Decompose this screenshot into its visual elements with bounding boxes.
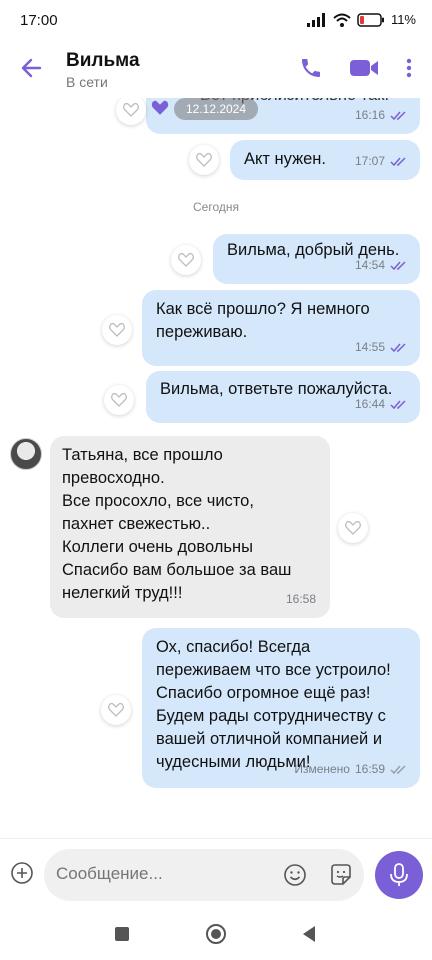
message-bubble[interactable]: Вильма, добрый день. 14:54 bbox=[213, 234, 420, 284]
message-time: 14:54 bbox=[354, 258, 385, 272]
plus-circle-icon bbox=[11, 862, 33, 884]
message-meta: Изменено 16:59 bbox=[294, 758, 408, 781]
like-button[interactable] bbox=[171, 245, 201, 275]
message-input[interactable] bbox=[56, 864, 276, 884]
signal-icon bbox=[306, 12, 325, 27]
more-options-button[interactable] bbox=[402, 56, 416, 80]
sticker-icon bbox=[331, 864, 351, 885]
message-meta: 14:55 bbox=[355, 336, 408, 359]
message-bubble[interactable]: Как всё прошло? Я немного переживаю. 14:… bbox=[142, 290, 420, 366]
home-circle-icon bbox=[206, 924, 226, 944]
message-input-field[interactable] bbox=[44, 849, 364, 901]
date-separator: Сегодня bbox=[193, 200, 239, 214]
double-check-icon bbox=[390, 260, 406, 270]
smiley-icon bbox=[284, 864, 306, 886]
system-nav-bar bbox=[0, 910, 432, 960]
home-button[interactable] bbox=[204, 922, 228, 946]
message-meta: 16:16 bbox=[355, 104, 408, 127]
double-check-icon bbox=[390, 399, 406, 409]
message-text: Татьяна, все прошло превосходно. Все про… bbox=[62, 446, 292, 602]
back-nav-button[interactable] bbox=[297, 922, 321, 946]
video-call-button[interactable] bbox=[348, 56, 380, 80]
message-bubble[interactable]: Татьяна, все прошло превосходно. Все про… bbox=[50, 436, 330, 618]
message-text: Акт нужен. bbox=[244, 150, 327, 168]
message-time: 16:44 bbox=[354, 397, 385, 411]
double-check-icon bbox=[390, 156, 406, 166]
heart-icon bbox=[178, 253, 194, 267]
sticker-button[interactable] bbox=[328, 862, 354, 888]
status-icons: 11% bbox=[306, 12, 416, 27]
wifi-icon bbox=[333, 13, 351, 27]
like-button[interactable] bbox=[102, 315, 132, 345]
battery-icon bbox=[357, 12, 384, 27]
contact-name[interactable]: Вильма bbox=[66, 50, 140, 72]
heart-icon bbox=[109, 323, 125, 337]
double-check-icon bbox=[390, 342, 406, 352]
message-bubble[interactable]: Вильма, ответьте пожалуйста. 16:44 bbox=[146, 371, 420, 423]
microphone-icon bbox=[390, 863, 408, 886]
heart-icon bbox=[345, 521, 361, 535]
like-button[interactable] bbox=[101, 695, 131, 725]
message-time: 17:07 bbox=[354, 154, 385, 168]
square-icon bbox=[115, 927, 129, 941]
message-bubble[interactable]: Акт нужен. 17:07 bbox=[230, 140, 420, 180]
emoji-button[interactable] bbox=[282, 862, 308, 888]
message-edited-label: Изменено bbox=[294, 762, 350, 776]
status-time: 17:00 bbox=[20, 12, 58, 29]
double-check-icon bbox=[390, 110, 406, 120]
message-bubble[interactable]: Ох, спасибо! Всегда переживаем что все у… bbox=[142, 628, 420, 788]
message-time: 16:16 bbox=[354, 108, 385, 122]
battery-percent: 11% bbox=[390, 12, 416, 27]
message-meta: 14:54 bbox=[355, 254, 408, 277]
liked-heart-icon bbox=[151, 100, 169, 116]
message-time: 14:55 bbox=[354, 340, 385, 354]
message-meta: 17:07 bbox=[355, 150, 408, 173]
message-meta: 16:58 bbox=[286, 588, 316, 611]
recents-button[interactable] bbox=[110, 922, 134, 946]
triangle-back-icon bbox=[303, 926, 315, 942]
like-button[interactable] bbox=[338, 513, 368, 543]
more-vertical-icon bbox=[406, 58, 412, 78]
like-button[interactable] bbox=[104, 385, 134, 415]
back-button[interactable] bbox=[18, 54, 46, 82]
message-time: 16:58 bbox=[285, 592, 316, 606]
double-check-icon bbox=[390, 764, 406, 774]
video-camera-icon bbox=[350, 60, 378, 76]
message-text: Ох, спасибо! Всегда переживаем что все у… bbox=[156, 638, 391, 771]
status-bar: 17:00 11% bbox=[0, 0, 432, 40]
message-time: 16:59 bbox=[354, 762, 385, 776]
chat-area[interactable]: Вот приблизительно так. 16:16 12.12.2024… bbox=[0, 98, 432, 838]
date-pill: 12.12.2024 bbox=[174, 98, 258, 120]
chat-header: Вильма В сети bbox=[0, 40, 432, 98]
like-button[interactable] bbox=[189, 145, 219, 175]
call-button[interactable] bbox=[299, 56, 323, 80]
heart-icon bbox=[108, 703, 124, 717]
attach-button[interactable] bbox=[10, 861, 34, 885]
message-input-bar bbox=[0, 838, 432, 910]
contact-avatar[interactable] bbox=[10, 438, 42, 470]
contact-status: В сети bbox=[66, 74, 108, 90]
heart-icon bbox=[123, 103, 139, 117]
heart-icon bbox=[111, 393, 127, 407]
heart-icon bbox=[196, 153, 212, 167]
message-meta: 16:44 bbox=[355, 393, 408, 416]
like-button[interactable] bbox=[116, 98, 146, 125]
arrow-left-icon bbox=[21, 58, 42, 78]
message-text: Как всё прошло? Я немного переживаю. bbox=[156, 300, 370, 341]
voice-message-button[interactable] bbox=[375, 851, 423, 899]
phone-icon bbox=[302, 59, 320, 77]
